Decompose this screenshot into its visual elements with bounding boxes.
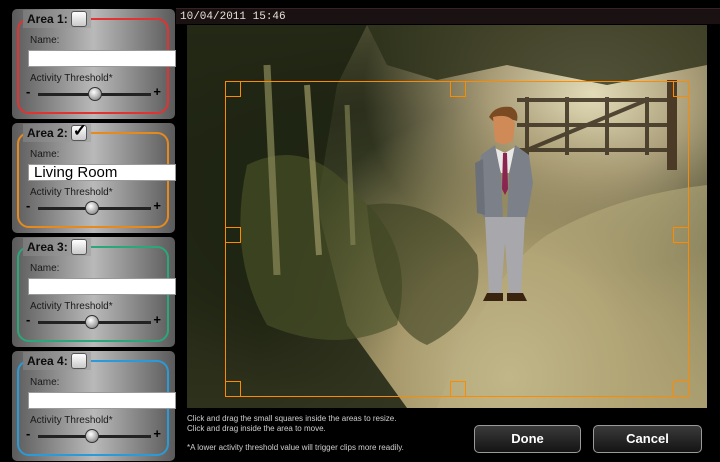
cancel-button[interactable]: Cancel bbox=[593, 425, 702, 453]
area-name-label-2: Name: bbox=[30, 149, 60, 160]
threshold-slider-4[interactable] bbox=[38, 429, 151, 443]
area-header-2: Area 2: ✓ bbox=[23, 121, 91, 142]
area-name-input-2[interactable]: Living Room bbox=[28, 164, 176, 181]
area-panel-3: Area 3: Name: Activity Threshold* - + bbox=[12, 237, 176, 347]
resize-handle-bottom-left[interactable] bbox=[225, 381, 241, 397]
threshold-slider-3[interactable] bbox=[38, 315, 151, 329]
threshold-plus-4: + bbox=[153, 426, 161, 441]
threshold-plus-3: + bbox=[153, 312, 161, 327]
help-text-threshold-note: *A lower activity threshold value will t… bbox=[187, 443, 404, 452]
area-name-input-3[interactable] bbox=[28, 278, 176, 295]
done-button[interactable]: Done bbox=[474, 425, 581, 453]
resize-handle-right[interactable] bbox=[673, 227, 689, 243]
resize-handle-bottom-right[interactable] bbox=[673, 381, 689, 397]
help-text-move: Click and drag inside the area to move. bbox=[187, 424, 326, 433]
checkmark-icon: ✓ bbox=[72, 121, 87, 140]
threshold-label-1: Activity Threshold* bbox=[30, 73, 113, 84]
threshold-minus-1: - bbox=[26, 84, 31, 99]
area-panel-1: Area 1: Name: Activity Threshold* - + bbox=[12, 9, 176, 119]
resize-handle-left[interactable] bbox=[225, 227, 241, 243]
threshold-knob-1[interactable] bbox=[87, 87, 102, 101]
area-name-input-4[interactable] bbox=[28, 392, 176, 409]
area-panel-4: Area 4: Name: Activity Threshold* - + bbox=[12, 351, 176, 461]
threshold-minus-3: - bbox=[26, 312, 31, 327]
threshold-plus-2: + bbox=[153, 198, 161, 213]
camera-timestamp: 10/04/2011 15:46 bbox=[180, 11, 286, 23]
area-title-3: Area 3: bbox=[27, 240, 68, 254]
area-enable-checkbox-3[interactable] bbox=[70, 239, 87, 255]
camera-top-bar: 10/04/2011 15:46 bbox=[176, 8, 720, 24]
area-header-1: Area 1: bbox=[23, 10, 91, 28]
resize-handle-bottom[interactable] bbox=[450, 381, 466, 397]
area-enable-checkbox-1[interactable] bbox=[70, 11, 87, 27]
area-title-4: Area 4: bbox=[27, 354, 68, 368]
area-name-label-4: Name: bbox=[30, 377, 60, 388]
area-name-label-3: Name: bbox=[30, 263, 60, 274]
area-panel-2: Area 2: ✓ Name: Living Room Activity Thr… bbox=[12, 121, 176, 233]
resize-handle-top[interactable] bbox=[450, 81, 466, 97]
area-title-1: Area 1: bbox=[27, 12, 68, 26]
area-name-input-1[interactable] bbox=[28, 50, 176, 67]
threshold-slider-1[interactable] bbox=[38, 87, 151, 101]
help-text-resize: Click and drag the small squares inside … bbox=[187, 414, 397, 423]
area-name-label-1: Name: bbox=[30, 35, 60, 46]
area-header-3: Area 3: bbox=[23, 238, 91, 256]
area-enable-checkbox-2[interactable]: ✓ bbox=[70, 121, 87, 141]
area-enable-checkbox-4[interactable] bbox=[70, 353, 87, 369]
threshold-minus-2: - bbox=[26, 198, 31, 213]
threshold-label-3: Activity Threshold* bbox=[30, 301, 113, 312]
threshold-minus-4: - bbox=[26, 426, 31, 441]
threshold-label-2: Activity Threshold* bbox=[30, 187, 113, 198]
area-title-2: Area 2: bbox=[27, 126, 68, 140]
area-header-4: Area 4: bbox=[23, 352, 91, 370]
threshold-plus-1: + bbox=[153, 84, 161, 99]
threshold-slider-2[interactable] bbox=[38, 201, 151, 215]
threshold-label-4: Activity Threshold* bbox=[30, 415, 113, 426]
resize-handle-top-left[interactable] bbox=[225, 81, 241, 97]
resize-handle-top-right[interactable] bbox=[673, 81, 689, 97]
detection-area-rectangle[interactable] bbox=[225, 81, 689, 397]
